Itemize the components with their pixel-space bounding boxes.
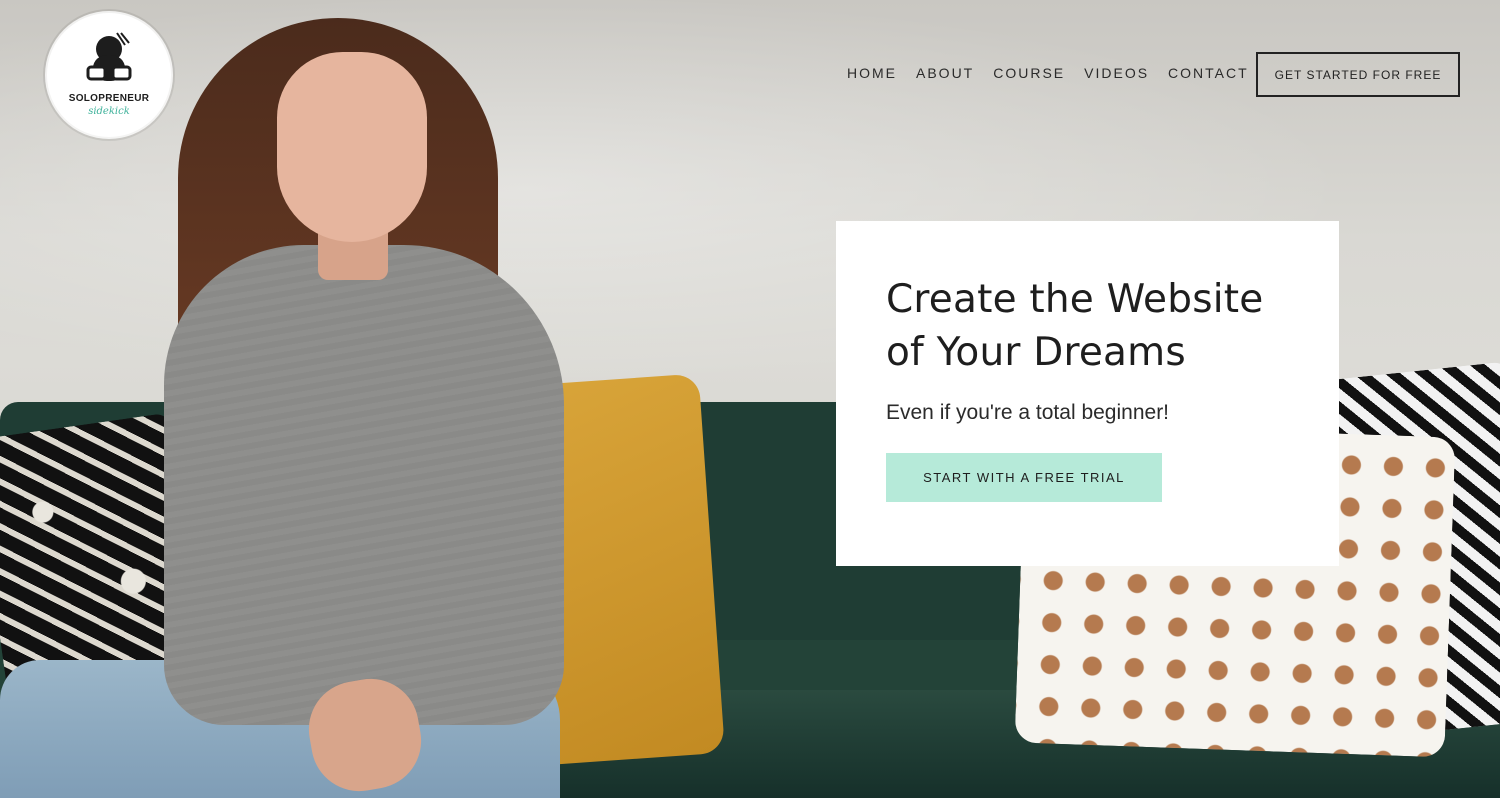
nav-about[interactable]: ABOUT: [916, 65, 974, 81]
site-logo[interactable]: SOLOPRENEUR sidekick: [47, 13, 171, 137]
logo-text-secondary: sidekick: [88, 106, 130, 117]
logo-text-primary: SOLOPRENEUR: [68, 93, 150, 104]
woman-face: [277, 52, 427, 242]
nav-videos[interactable]: VIDEOS: [1084, 65, 1149, 81]
get-started-button[interactable]: GET STARTED FOR FREE: [1256, 52, 1460, 97]
woman-sweater: [164, 245, 564, 725]
main-navigation: HOME ABOUT COURSE VIDEOS CONTACT: [847, 65, 1249, 81]
logo-glasses-icon: [86, 32, 132, 81]
free-trial-button[interactable]: START WITH A FREE TRIAL: [886, 453, 1162, 502]
nav-contact[interactable]: CONTACT: [1168, 65, 1249, 81]
hero-title: Create the Website of Your Dreams: [886, 277, 1264, 375]
nav-home[interactable]: HOME: [847, 65, 897, 81]
nav-course[interactable]: COURSE: [993, 65, 1065, 81]
hero-card: Create the Website of Your Dreams Even i…: [836, 221, 1339, 566]
hero-subtitle: Even if you're a total beginner!: [886, 401, 1170, 424]
